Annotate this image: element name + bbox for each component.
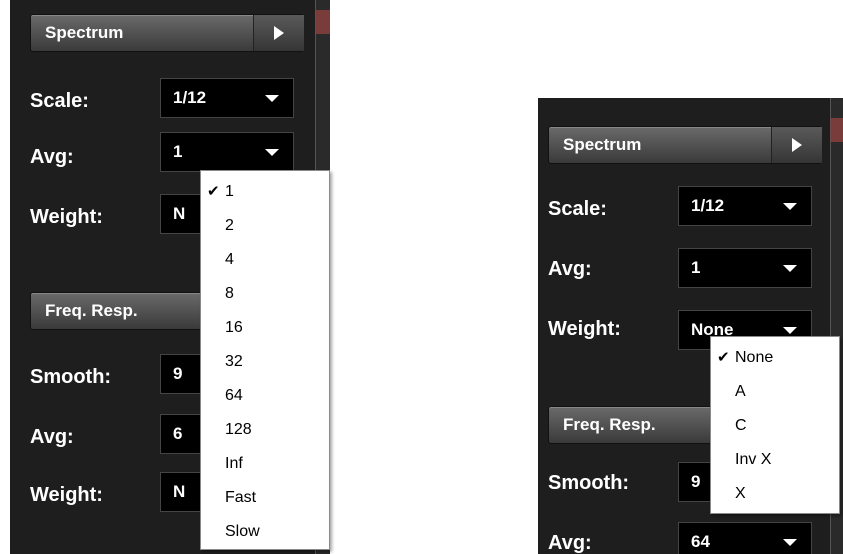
- freq-weight-label: Weight:: [30, 484, 103, 506]
- smooth-value: 9: [173, 364, 183, 383]
- scale-label: Scale:: [548, 198, 607, 220]
- menu-item-8[interactable]: 8: [201, 277, 329, 311]
- scale-select[interactable]: 1/12: [678, 186, 812, 226]
- freq-avg-label: Avg:: [30, 426, 74, 448]
- weight-value: N: [173, 204, 186, 223]
- menu-item-2[interactable]: 2: [201, 209, 329, 243]
- avg-label: Avg:: [548, 258, 592, 280]
- spectrum-header[interactable]: Spectrum: [30, 14, 304, 52]
- freq-resp-title: Freq. Resp.: [45, 301, 138, 320]
- menu-item-slow[interactable]: Slow: [201, 515, 329, 549]
- chevron-down-icon: [783, 327, 797, 334]
- menu-item-32[interactable]: 32: [201, 345, 329, 379]
- chevron-down-icon: [265, 149, 279, 156]
- avg-value: 1: [691, 258, 701, 277]
- smooth-label: Smooth:: [30, 366, 112, 388]
- spectrum-expand-icon[interactable]: [771, 127, 822, 163]
- weight-label: Weight:: [548, 318, 621, 340]
- menu-item-128[interactable]: 128: [201, 413, 329, 447]
- freq-avg-value: 6: [173, 424, 183, 443]
- smooth-value: 9: [691, 472, 701, 491]
- spectrum-expand-icon[interactable]: [253, 15, 304, 51]
- checkmark-icon: ✔: [207, 183, 220, 200]
- smooth-label: Smooth:: [548, 472, 630, 494]
- scale-value: 1/12: [173, 88, 207, 107]
- right-scrollbar-knob[interactable]: [831, 118, 843, 142]
- chevron-down-icon: [783, 203, 797, 210]
- freq-avg-select[interactable]: 64: [678, 522, 812, 554]
- checkmark-icon: ✔: [717, 349, 730, 366]
- chevron-down-icon: [783, 539, 797, 546]
- avg-select[interactable]: 1: [160, 132, 294, 172]
- menu-item-4[interactable]: 4: [201, 243, 329, 277]
- menu-item-fast[interactable]: Fast: [201, 481, 329, 515]
- freq-resp-title: Freq. Resp.: [563, 415, 656, 434]
- freq-weight-value: N: [173, 482, 186, 501]
- scale-label: Scale:: [30, 90, 89, 112]
- left-scrollbar-knob[interactable]: [316, 10, 330, 34]
- menu-item-inf[interactable]: Inf: [201, 447, 329, 481]
- menu-item-a[interactable]: A: [711, 375, 839, 409]
- avg-value: 1: [173, 142, 183, 161]
- weight-label: Weight:: [30, 206, 103, 228]
- avg-select[interactable]: 1: [678, 248, 812, 288]
- menu-item-inv-x[interactable]: Inv X: [711, 443, 839, 477]
- menu-item-c[interactable]: C: [711, 409, 839, 443]
- spectrum-title: Spectrum: [45, 23, 124, 42]
- chevron-down-icon: [783, 265, 797, 272]
- scale-value: 1/12: [691, 196, 725, 215]
- menu-item-x[interactable]: X: [711, 477, 839, 511]
- menu-item-1[interactable]: ✔ 1: [201, 175, 329, 209]
- avg-dropdown-menu: ✔ 1 2 4 8 16 32 64 128 Inf Fast Slow: [200, 170, 330, 550]
- freq-avg-label: Avg:: [548, 532, 592, 554]
- weight-dropdown-menu: ✔ None A C Inv X X: [710, 336, 840, 514]
- menu-item-16[interactable]: 16: [201, 311, 329, 345]
- spectrum-title: Spectrum: [563, 135, 642, 154]
- avg-label: Avg:: [30, 146, 74, 168]
- freq-avg-value: 64: [691, 532, 710, 551]
- scale-select[interactable]: 1/12: [160, 78, 294, 118]
- menu-item-none[interactable]: ✔ None: [711, 341, 839, 375]
- chevron-down-icon: [265, 95, 279, 102]
- spectrum-header[interactable]: Spectrum: [548, 126, 822, 164]
- menu-item-64[interactable]: 64: [201, 379, 329, 413]
